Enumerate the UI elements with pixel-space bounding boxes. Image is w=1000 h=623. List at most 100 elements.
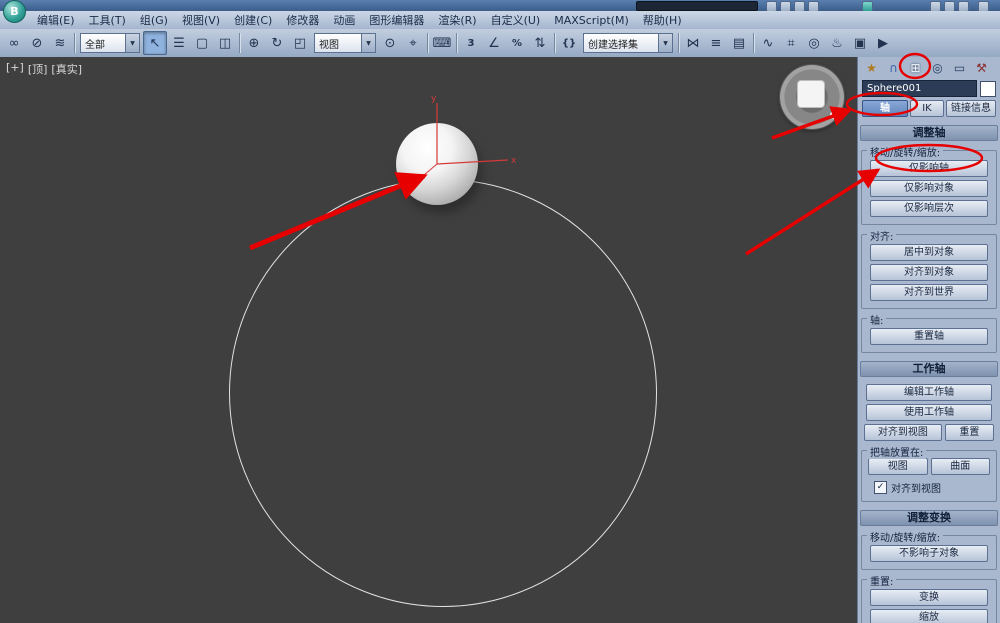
menu-help[interactable]: 帮助(H) bbox=[636, 11, 689, 29]
curve-editor-icon[interactable]: ∿ bbox=[757, 32, 779, 54]
place-pivot-group: 把轴放置在: 视图 曲面 ✓ 对齐到视图 bbox=[861, 444, 997, 502]
align-to-view-checkbox[interactable]: ✓ 对齐到视图 bbox=[874, 480, 996, 495]
unlink-selection-icon[interactable]: ⊘ bbox=[26, 32, 48, 54]
select-and-move-icon[interactable]: ⊕ bbox=[243, 32, 265, 54]
menu-maxscript[interactable]: MAXScript(M) bbox=[547, 13, 636, 28]
toolbar-separator bbox=[74, 33, 75, 53]
edit-working-pivot-button[interactable]: 编辑工作轴 bbox=[866, 384, 992, 401]
viewport-menu-shading[interactable]: [真实] bbox=[51, 61, 82, 77]
toolbar-separator bbox=[456, 33, 457, 53]
affect-object-only-button[interactable]: 仅影响对象 bbox=[870, 180, 988, 197]
render-production-icon[interactable]: ▶ bbox=[872, 32, 894, 54]
use-pivot-point-center-icon[interactable]: ⊙ bbox=[379, 32, 401, 54]
viewport-menu-general[interactable]: [+] bbox=[6, 61, 24, 77]
menu-modifiers[interactable]: 修改器 bbox=[279, 11, 326, 29]
material-editor-icon[interactable]: ◎ bbox=[803, 32, 825, 54]
checkbox-icon[interactable]: ✓ bbox=[874, 481, 887, 494]
selection-filter-dropdown[interactable]: 全部 ▼ bbox=[80, 33, 140, 53]
select-and-manipulate-icon[interactable]: ⌖ bbox=[402, 32, 424, 54]
viewcube-home-icon[interactable] bbox=[830, 111, 838, 119]
dont-affect-children-button[interactable]: 不影响子对象 bbox=[870, 545, 988, 562]
affect-hierarchy-only-button[interactable]: 仅影响层次 bbox=[870, 200, 988, 217]
axis-y-label: y bbox=[431, 94, 437, 104]
quick-access-field[interactable] bbox=[636, 1, 758, 11]
sphere-object[interactable] bbox=[396, 123, 478, 205]
select-by-name-icon[interactable]: ☰ bbox=[168, 32, 190, 54]
viewport-menu-pov[interactable]: [顶] bbox=[28, 61, 48, 77]
create-tab-icon[interactable]: ★ bbox=[862, 60, 881, 76]
object-name-field[interactable]: Sphere001 bbox=[862, 80, 977, 97]
percent-snap-icon[interactable]: % bbox=[506, 32, 528, 54]
named-selection-set-dropdown[interactable]: 创建选择集 ▼ bbox=[583, 33, 673, 53]
rollout-adjust-pivot[interactable]: 调整轴 bbox=[860, 125, 998, 141]
title-bar bbox=[0, 0, 1000, 12]
mirror-icon[interactable]: ⋈ bbox=[682, 32, 704, 54]
group-label: 对齐: bbox=[867, 228, 897, 243]
rollout-working-pivot[interactable]: 工作轴 bbox=[860, 361, 998, 377]
align-to-world-button[interactable]: 对齐到世界 bbox=[870, 284, 988, 301]
menu-graph-editors[interactable]: 图形编辑器 bbox=[362, 11, 431, 29]
render-setup-icon[interactable]: ♨ bbox=[826, 32, 848, 54]
menu-customize[interactable]: 自定义(U) bbox=[484, 11, 548, 29]
menu-animation[interactable]: 动画 bbox=[326, 11, 362, 29]
viewcube-top-face[interactable] bbox=[797, 80, 825, 108]
menu-tools[interactable]: 工具(T) bbox=[82, 11, 133, 29]
viewcube-icon[interactable] bbox=[780, 65, 844, 129]
select-and-rotate-icon[interactable]: ↻ bbox=[266, 32, 288, 54]
align-to-view-button[interactable]: 对齐到视图 bbox=[864, 424, 942, 441]
reset-pivot-button[interactable]: 重置轴 bbox=[870, 328, 988, 345]
motion-tab-icon[interactable]: ◎ bbox=[928, 60, 947, 76]
command-panel-tabs: ★ ∩ ⊞ ◎ ▭ ⚒ bbox=[858, 57, 1000, 78]
main-toolbar: ∞ ⊘ ≋ 全部 ▼ ↖ ☰ ▢ ◫ ⊕ ↻ ◰ 视图 ▼ ⊙ ⌖ ⌨ 3 ∠ … bbox=[0, 29, 1000, 58]
menu-bar: 编辑(E) 工具(T) 组(G) 视图(V) 创建(C) 修改器 动画 图形编辑… bbox=[0, 11, 1000, 30]
viewport-top[interactable]: [+] [顶] [真实] y x bbox=[0, 57, 859, 623]
edit-named-selection-sets-icon[interactable]: {} bbox=[558, 32, 580, 54]
rollout-adjust-transform[interactable]: 调整变换 bbox=[860, 510, 998, 526]
menu-views[interactable]: 视图(V) bbox=[175, 11, 227, 29]
tab-link-info[interactable]: 链接信息 bbox=[946, 100, 996, 117]
layer-manager-icon[interactable]: ▤ bbox=[728, 32, 750, 54]
menu-edit[interactable]: 编辑(E) bbox=[30, 11, 82, 29]
menu-create[interactable]: 创建(C) bbox=[227, 11, 279, 29]
select-and-scale-icon[interactable]: ◰ bbox=[289, 32, 311, 54]
utilities-tab-icon[interactable]: ⚒ bbox=[972, 60, 991, 76]
chevron-down-icon[interactable]: ▼ bbox=[125, 34, 139, 52]
select-and-link-icon[interactable]: ∞ bbox=[3, 32, 25, 54]
group-label: 移动/旋转/缩放: bbox=[867, 529, 944, 544]
center-to-object-button[interactable]: 居中到对象 bbox=[870, 244, 988, 261]
reset-transform-button[interactable]: 变换 bbox=[870, 589, 988, 606]
keyboard-shortcut-override-icon[interactable]: ⌨ bbox=[431, 32, 453, 54]
angle-snap-icon[interactable]: ∠ bbox=[483, 32, 505, 54]
align-icon[interactable]: ≡ bbox=[705, 32, 727, 54]
chevron-down-icon[interactable]: ▼ bbox=[658, 34, 672, 52]
chevron-down-icon[interactable]: ▼ bbox=[361, 34, 375, 52]
reference-coordinate-dropdown[interactable]: 视图 ▼ bbox=[314, 33, 376, 53]
snaps-toggle-icon[interactable]: 3 bbox=[460, 32, 482, 54]
align-to-object-button[interactable]: 对齐到对象 bbox=[870, 264, 988, 281]
circle-shape[interactable] bbox=[229, 179, 657, 607]
hierarchy-tab-icon[interactable]: ⊞ bbox=[906, 60, 925, 76]
menu-rendering[interactable]: 渲染(R) bbox=[431, 11, 483, 29]
modify-tab-icon[interactable]: ∩ bbox=[884, 60, 903, 76]
use-working-pivot-button[interactable]: 使用工作轴 bbox=[866, 404, 992, 421]
tab-pivot[interactable]: 轴 bbox=[862, 100, 908, 117]
reset-working-pivot-button[interactable]: 重置 bbox=[944, 424, 994, 441]
object-color-swatch[interactable] bbox=[980, 80, 996, 97]
window-crossing-icon[interactable]: ◫ bbox=[214, 32, 236, 54]
reset-scale-button[interactable]: 缩放 bbox=[870, 609, 988, 623]
select-object-icon[interactable]: ↖ bbox=[143, 31, 167, 55]
menu-group[interactable]: 组(G) bbox=[133, 11, 175, 29]
affect-pivot-only-button[interactable]: 仅影响轴 bbox=[870, 160, 988, 177]
app-logo-icon[interactable]: B bbox=[3, 0, 26, 23]
group-label: 把轴放置在: bbox=[867, 444, 927, 459]
bind-to-space-warp-icon[interactable]: ≋ bbox=[49, 32, 71, 54]
place-pivot-view-button[interactable]: 视图 bbox=[868, 458, 928, 475]
schematic-view-icon[interactable]: ⌗ bbox=[780, 32, 802, 54]
place-pivot-surface-button[interactable]: 曲面 bbox=[930, 458, 990, 475]
display-tab-icon[interactable]: ▭ bbox=[950, 60, 969, 76]
tab-ik[interactable]: IK bbox=[910, 100, 944, 117]
viewport-label: [+] [顶] [真实] bbox=[6, 61, 82, 77]
rectangular-selection-region-icon[interactable]: ▢ bbox=[191, 32, 213, 54]
rendered-frame-window-icon[interactable]: ▣ bbox=[849, 32, 871, 54]
spinner-snap-icon[interactable]: ⇅ bbox=[529, 32, 551, 54]
